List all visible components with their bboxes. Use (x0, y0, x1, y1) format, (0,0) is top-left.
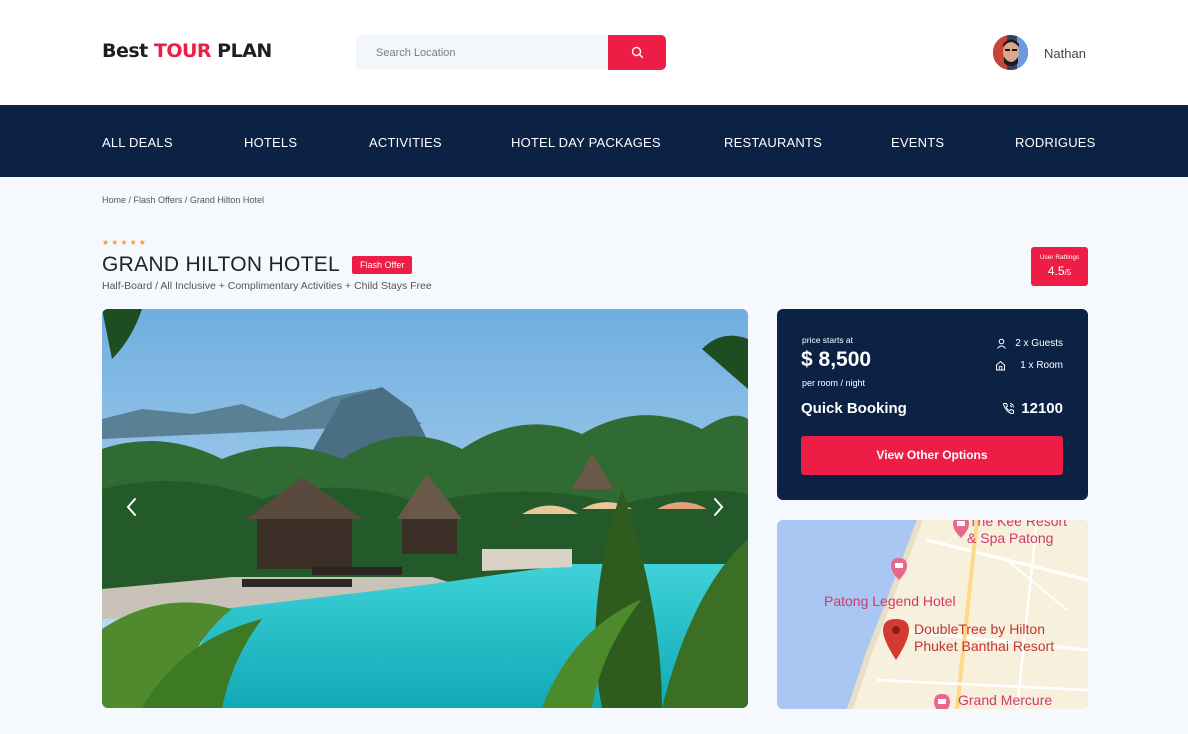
breadcrumb-home[interactable]: Home (102, 195, 126, 205)
map-label-kee-1: The Kee Resort (969, 520, 1067, 529)
nav-item-all-deals[interactable]: ALL DEALS (102, 135, 173, 150)
quick-booking-phone[interactable]: 12100 (1002, 400, 1063, 417)
booking-card: price starts at $ 8,500 per room / night… (777, 309, 1088, 500)
user-icon (997, 338, 1007, 349)
gallery-prev-button[interactable] (122, 495, 142, 519)
user-rating-badge: User Rattings 4.5/5 (1031, 247, 1088, 286)
phone-icon (1003, 403, 1015, 415)
map-label-doubletree-2: Phuket Banthai Resort (914, 638, 1054, 654)
price-unit: per room / night (802, 378, 866, 388)
nav-item-activities[interactable]: ACTIVITIES (369, 135, 442, 150)
view-other-options-button[interactable]: View Other Options (801, 436, 1063, 475)
rooms-count: 1 x Room (1020, 360, 1063, 371)
search-bar (356, 35, 666, 70)
chevron-right-icon (714, 498, 724, 516)
gallery-next-button[interactable] (708, 495, 728, 519)
user-name[interactable]: Nathan (1044, 46, 1086, 61)
guests-selector[interactable]: 2 x Guests (996, 338, 1063, 349)
avatar-portrait (993, 35, 1028, 70)
price-value: $ 8,500 (801, 348, 872, 371)
map-label-doubletree-1: DoubleTree by Hilton (914, 621, 1045, 637)
nav-item-events[interactable]: EVENTS (891, 135, 944, 150)
breadcrumb-separator: / (126, 195, 134, 205)
hotel-gallery[interactable] (102, 309, 748, 708)
rating-value: 4.5/5 (1047, 264, 1072, 278)
search-button[interactable] (608, 35, 666, 70)
nav-item-restaurants[interactable]: RESTAURANTS (724, 135, 822, 150)
site-header: Best TOUR PLAN Nathan (0, 0, 1188, 105)
location-map[interactable]: The Kee Resort & Spa Patong Patong Legen… (777, 520, 1088, 709)
phone-number: 12100 (1021, 400, 1063, 417)
map-label-kee-2: & Spa Patong (967, 530, 1053, 546)
breadcrumb-current: Grand Hilton Hotel (189, 195, 264, 205)
map-label-grand-mercure: Grand Mercure (958, 692, 1052, 708)
nav-item-rodrigues[interactable]: RODRIGUES (1015, 135, 1096, 150)
logo[interactable]: Best TOUR PLAN (102, 40, 272, 62)
chevron-left-icon (126, 498, 136, 516)
search-input[interactable] (356, 35, 608, 70)
guests-count: 2 x Guests (1015, 338, 1063, 349)
star-rating: ★★★★★ (102, 238, 148, 247)
quick-booking-label: Quick Booking (801, 400, 907, 417)
price-label: price starts at (802, 335, 854, 345)
map-label-patong-legend: Patong Legend Hotel (824, 593, 956, 609)
hotel-photo (102, 309, 748, 708)
search-icon (631, 46, 643, 59)
flash-offer-badge: Flash Offer (352, 256, 413, 274)
rooms-selector[interactable]: 1 x Room (995, 360, 1063, 371)
page-title: GRAND HILTON HOTEL (102, 253, 340, 276)
breadcrumb-separator: / (182, 195, 190, 205)
nav-item-hotel-day-packages[interactable]: HOTEL DAY PACKAGES (511, 135, 661, 150)
nav-item-hotels[interactable]: HOTELS (244, 135, 297, 150)
hotel-subtitle: Half-Board / All Inclusive + Complimenta… (102, 280, 432, 292)
home-icon (996, 360, 1006, 371)
map-view: The Kee Resort & Spa Patong Patong Legen… (777, 520, 1088, 709)
rating-label: User Rattings (1039, 254, 1080, 261)
avatar[interactable] (993, 35, 1028, 70)
breadcrumb: Home / Flash Offers / Grand Hilton Hotel (102, 195, 264, 205)
main-nav: ALL DEALS HOTELS ACTIVITIES HOTEL DAY PA… (0, 105, 1188, 177)
breadcrumb-flash-offers[interactable]: Flash Offers (134, 195, 183, 205)
